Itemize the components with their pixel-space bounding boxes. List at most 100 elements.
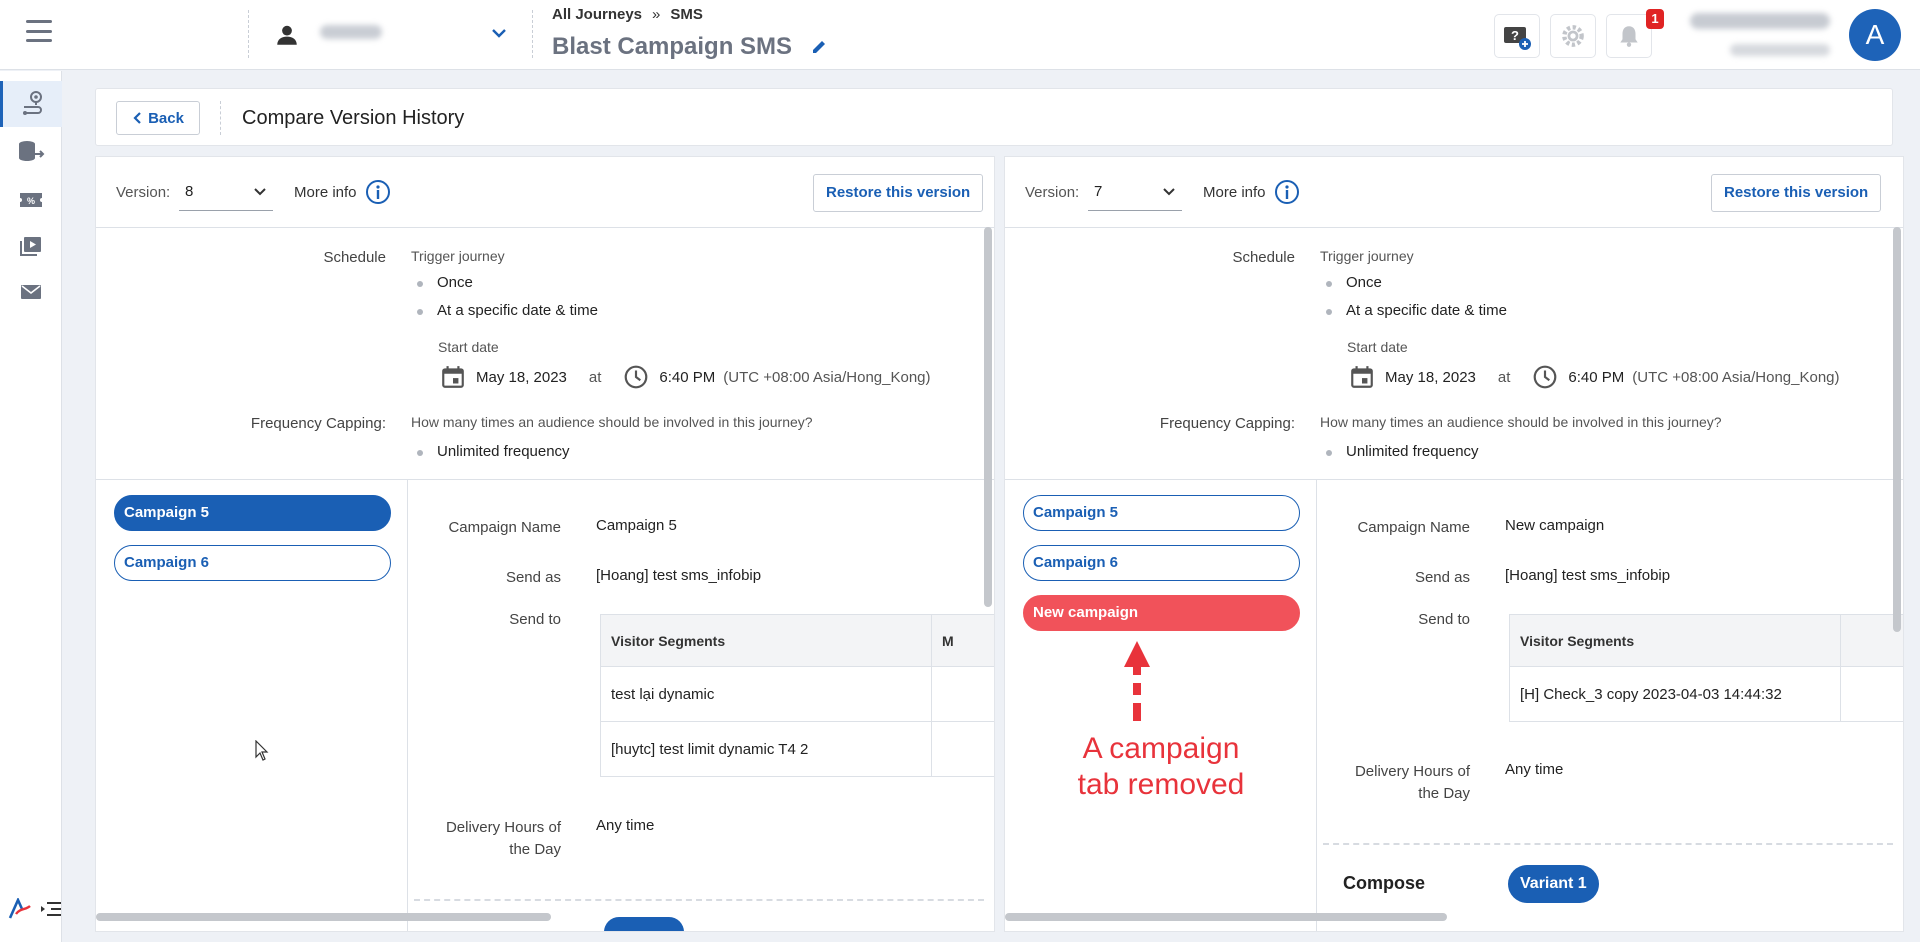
gear-icon: [1562, 25, 1584, 47]
page-title: Blast Campaign SMS: [552, 33, 793, 60]
help-ticket-icon: ?: [1504, 27, 1531, 50]
chevron-down-icon: [254, 187, 266, 195]
back-button-label: Back: [148, 109, 184, 127]
segment-cell: [H] Check_3 copy 2023-04-03 14:44:32: [1509, 666, 1841, 722]
segment-cell: [huytc] test limit dynamic T4 2: [600, 721, 932, 777]
calendar-icon: [442, 366, 464, 388]
send-to-label: Send to: [509, 611, 561, 628]
logo-icon: [8, 898, 31, 919]
table-row: [huytc] test limit dynamic T4 2: [600, 721, 994, 777]
start-time-value: 6:40 PM: [659, 368, 716, 386]
help-ticket-button[interactable]: ?: [1494, 14, 1540, 58]
version-panel-left: Version: 8 More info Restore this versio…: [95, 156, 995, 932]
compose-label: Compose: [1343, 873, 1426, 893]
campaign-name-label: Campaign Name: [448, 519, 561, 536]
version-value: 7: [1094, 183, 1103, 200]
campaign-tab-new-removed[interactable]: New campaign: [1023, 595, 1300, 631]
segment-cell-extra: [931, 721, 994, 777]
at-label: at: [1497, 368, 1511, 386]
campaign-name-label: Campaign Name: [1357, 519, 1470, 536]
left-sidebar: %: [0, 71, 62, 942]
divider: [220, 101, 221, 135]
table-row: [H] Check_3 copy 2023-04-03 14:44:32: [1509, 666, 1903, 722]
table-header-row: Visitor Segments M: [600, 614, 994, 667]
segments-column-header: Visitor Segments: [1509, 614, 1841, 667]
campaign-tab-6[interactable]: Campaign 6: [114, 545, 391, 581]
divider: [532, 10, 533, 58]
restore-version-button[interactable]: Restore this version: [1711, 174, 1882, 212]
horizontal-scrollbar[interactable]: [96, 913, 551, 921]
horizontal-scrollbar[interactable]: [1005, 913, 1447, 921]
campaign-tabs: Campaign 5 Campaign 6 New campaign A cam…: [1005, 479, 1317, 931]
divider: [1005, 227, 1903, 228]
version-panel-right: Version: 7 More info Restore this versio…: [1004, 156, 1904, 932]
breadcrumb-sms[interactable]: SMS: [670, 6, 703, 23]
start-date-row: May 18, 2023 at 6:40 PM (UTC +08:00 Asia…: [440, 364, 931, 390]
mouse-cursor-icon: [255, 740, 269, 761]
database-export-icon: [19, 141, 45, 161]
frequency-capping-label: Frequency Capping:: [1159, 415, 1295, 432]
segments-column-header-2: M: [931, 614, 994, 667]
delivery-hours-label: Delivery Hours of the Day: [1354, 763, 1470, 802]
chevron-down-icon[interactable]: [490, 26, 508, 40]
breadcrumb-all-journeys[interactable]: All Journeys: [552, 6, 642, 23]
variant-pill-partial[interactable]: [604, 917, 684, 931]
user-name-redacted: [1690, 13, 1830, 29]
campaign-tab-6[interactable]: Campaign 6: [1023, 545, 1300, 581]
start-date-value: May 18, 2023: [1385, 368, 1476, 386]
play-library-icon: [20, 237, 41, 256]
restore-version-button[interactable]: Restore this version: [813, 174, 984, 212]
send-as-label: Send as: [505, 569, 561, 586]
trigger-journey-label: Trigger journey: [411, 248, 505, 264]
sidebar-item-data[interactable]: [0, 129, 62, 175]
hamburger-menu-icon[interactable]: [26, 20, 52, 42]
trigger-once: Once: [1326, 274, 1382, 291]
version-label: Version:: [1025, 184, 1080, 201]
campaign-tab-5[interactable]: Campaign 5: [1023, 495, 1300, 531]
start-time-value: 6:40 PM: [1568, 368, 1625, 386]
start-date-row: May 18, 2023 at 6:40 PM (UTC +08:00 Asia…: [1349, 364, 1840, 390]
sidebar-item-media[interactable]: [0, 223, 62, 269]
version-value: 8: [185, 183, 194, 200]
variant-1-tab[interactable]: Variant 1: [1508, 865, 1599, 903]
compare-header: Back Compare Version History: [95, 88, 1893, 146]
trigger-once: Once: [417, 274, 473, 291]
segment-cell-extra: [1840, 666, 1903, 722]
info-icon[interactable]: [365, 179, 391, 205]
vertical-scrollbar[interactable]: [1893, 227, 1901, 632]
avatar[interactable]: A: [1849, 9, 1901, 61]
sidebar-item-journeys[interactable]: [0, 81, 62, 127]
settings-button[interactable]: [1550, 14, 1596, 58]
campaign-name-value: New campaign: [1505, 517, 1605, 534]
top-bar: All Journeys» SMS Blast Campaign SMS ? 1 …: [0, 0, 1920, 70]
sidebar-footer: [8, 898, 62, 920]
annotation-label: A campaign tab removed: [1005, 731, 1317, 803]
chevron-left-icon: [133, 112, 141, 124]
back-button[interactable]: Back: [116, 101, 200, 135]
segment-cell: test lại dynamic: [600, 666, 932, 722]
pencil-icon[interactable]: [810, 38, 828, 56]
frequency-capping-label: Frequency Capping:: [250, 415, 386, 432]
version-select[interactable]: 7: [1088, 173, 1182, 211]
frequency-value: Unlimited frequency: [1326, 443, 1479, 460]
frequency-value: Unlimited frequency: [417, 443, 570, 460]
campaign-tab-5[interactable]: Campaign 5: [114, 495, 391, 531]
divider: [96, 227, 994, 228]
table-row: test lại dynamic: [600, 666, 994, 722]
version-select[interactable]: 8: [179, 173, 273, 211]
sidebar-item-mail[interactable]: [0, 269, 62, 315]
timezone-value: (UTC +08:00 Asia/Hong_Kong): [723, 368, 931, 386]
vertical-scrollbar[interactable]: [984, 227, 992, 607]
more-info-label: More info: [1203, 184, 1266, 201]
expand-sidebar-icon[interactable]: [40, 900, 62, 918]
svg-text:%: %: [27, 196, 35, 206]
info-icon[interactable]: [1274, 179, 1300, 205]
segments-table: Visitor Segments [H] Check_3 copy 2023-0…: [1509, 614, 1903, 722]
campaign-tabs: Campaign 5 Campaign 6: [96, 479, 408, 931]
start-date-label: Start date: [438, 339, 499, 355]
clock-icon: [1534, 365, 1557, 389]
sidebar-item-promotions[interactable]: %: [0, 177, 62, 223]
calendar-icon: [1351, 366, 1373, 388]
journey-icon: [22, 91, 42, 115]
clock-icon: [625, 365, 648, 389]
